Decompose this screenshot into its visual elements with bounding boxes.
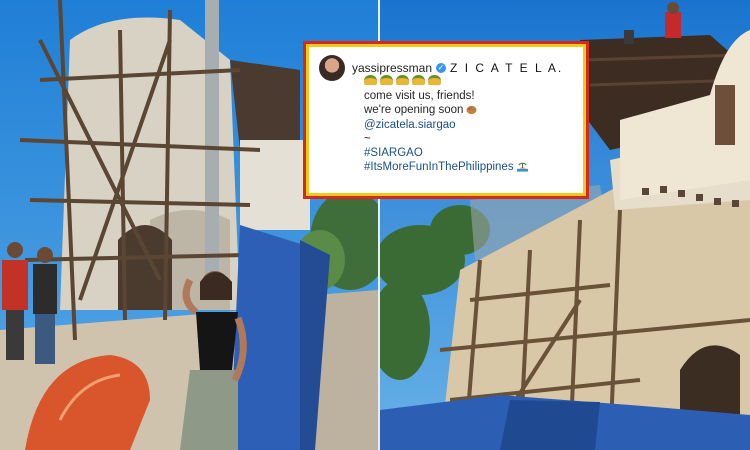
- island-icon: [516, 162, 528, 172]
- taco-icon: [380, 75, 393, 85]
- taco-emoji-row: [364, 75, 573, 89]
- taco-icon: [412, 75, 425, 85]
- taco-icon: [364, 75, 377, 85]
- hashtag-siargao[interactable]: #SIARGAO: [364, 146, 573, 160]
- mention-link[interactable]: @zicatela.siargao: [364, 118, 573, 132]
- avatar[interactable]: [319, 55, 345, 81]
- verified-badge-icon: ✓: [436, 63, 447, 73]
- taco-icon: [396, 75, 409, 85]
- caption-body: come visit us, friends! we're opening so…: [364, 75, 573, 174]
- brand-name: Z I C A T E L A.: [450, 61, 564, 75]
- hashtag-itsmorefun[interactable]: #ItsMoreFunInThePhilippines: [364, 161, 514, 173]
- caption-line-2-text: we're opening soon: [364, 104, 464, 117]
- username[interactable]: yassipressman: [352, 61, 432, 75]
- caption-line-hashtag-2: #ItsMoreFunInThePhilippines: [364, 160, 573, 174]
- caption-line-2: we're opening soon: [364, 103, 573, 117]
- taco-icon: [428, 75, 441, 85]
- caption-tilde: ~: [364, 132, 371, 145]
- artist-palette-icon: [466, 106, 477, 115]
- caption-line-1: come visit us, friends!: [364, 90, 475, 103]
- instagram-caption-card: yassipressman ✓ Z I C A T E L A. come vi…: [306, 44, 586, 196]
